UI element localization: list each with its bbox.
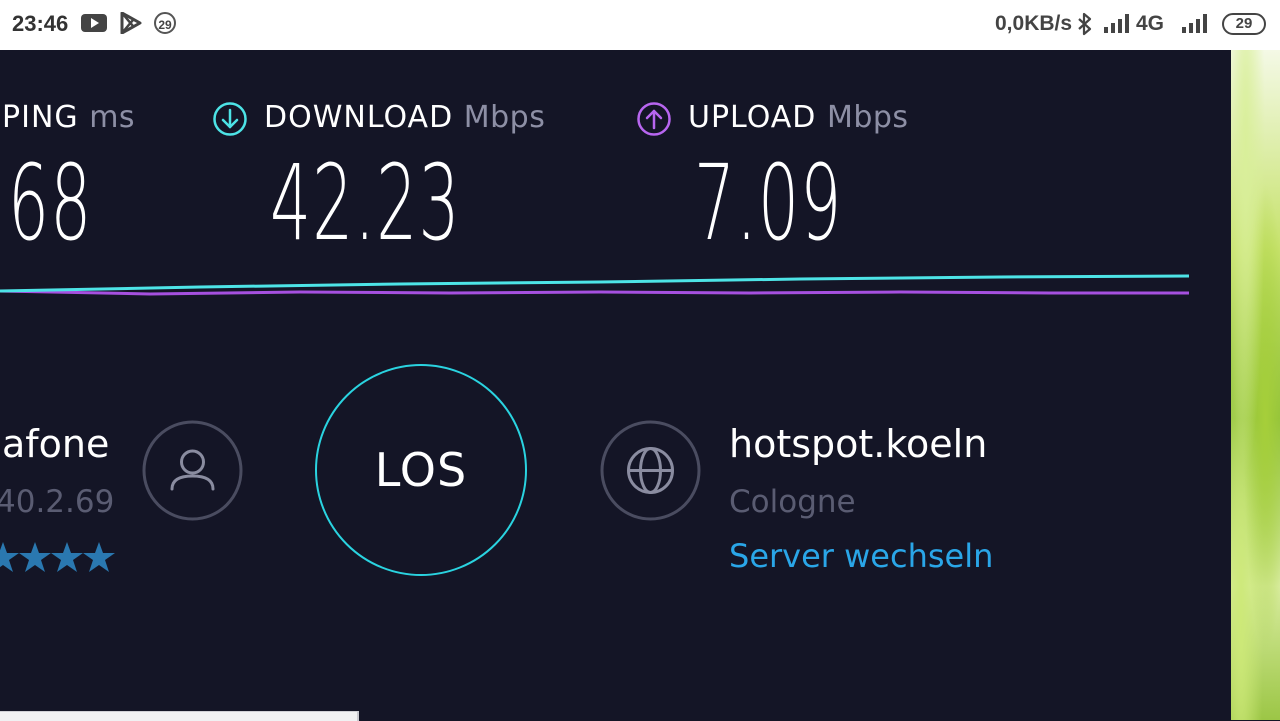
- upload-arrow-icon: [636, 101, 672, 141]
- upload-value: 7.09: [694, 142, 843, 264]
- ping-unit: ms: [89, 100, 136, 135]
- download-value: 42.23: [270, 142, 461, 264]
- server-city: Cologne: [729, 484, 856, 520]
- battery-icon: 29: [1222, 13, 1266, 35]
- provider-ip: 40.2.69: [0, 484, 115, 520]
- upload-header: UPLOAD Mbps: [688, 100, 909, 135]
- change-server-link[interactable]: Server wechseln: [729, 537, 993, 575]
- bluetooth-icon: [1077, 12, 1093, 40]
- signal-icon-secondary: [1181, 12, 1211, 38]
- status-time: 23:46: [12, 11, 69, 36]
- status-bar: 23:46 29 0,0KB/s 4G 29: [0, 0, 1280, 50]
- go-button-label: LOS: [374, 443, 468, 497]
- download-graph-line: [0, 274, 1190, 293]
- youtube-icon: [81, 12, 107, 38]
- provider-rating: [0, 542, 115, 572]
- signal-icon: [1103, 12, 1133, 38]
- upload-unit: Mbps: [826, 100, 909, 135]
- go-button[interactable]: LOS: [315, 364, 527, 576]
- upload-graph-line: [0, 289, 1189, 296]
- network-type: 4G: [1136, 12, 1165, 35]
- download-header: DOWNLOAD Mbps: [264, 100, 545, 135]
- star-icon: [83, 542, 115, 572]
- download-label: DOWNLOAD: [264, 100, 454, 135]
- play-store-icon: [119, 11, 143, 38]
- ping-value: 68: [8, 142, 93, 264]
- star-icon: [0, 542, 19, 572]
- download-arrow-icon: [212, 101, 248, 141]
- ping-header: PING ms: [2, 100, 135, 135]
- download-unit: Mbps: [463, 100, 546, 135]
- notification-badge: 29: [154, 12, 176, 34]
- provider-name: afone: [2, 422, 110, 466]
- upload-label: UPLOAD: [688, 100, 817, 135]
- star-icon: [51, 542, 83, 572]
- speed-graph: [0, 274, 1190, 296]
- wallpaper-strip: [1231, 50, 1280, 720]
- user-icon[interactable]: [142, 420, 243, 525]
- net-speed: 0,0KB/s: [995, 12, 1073, 35]
- globe-icon[interactable]: [600, 420, 701, 525]
- server-host: hotspot.koeln: [729, 422, 988, 466]
- star-icon: [19, 542, 51, 572]
- ping-label: PING: [2, 100, 79, 135]
